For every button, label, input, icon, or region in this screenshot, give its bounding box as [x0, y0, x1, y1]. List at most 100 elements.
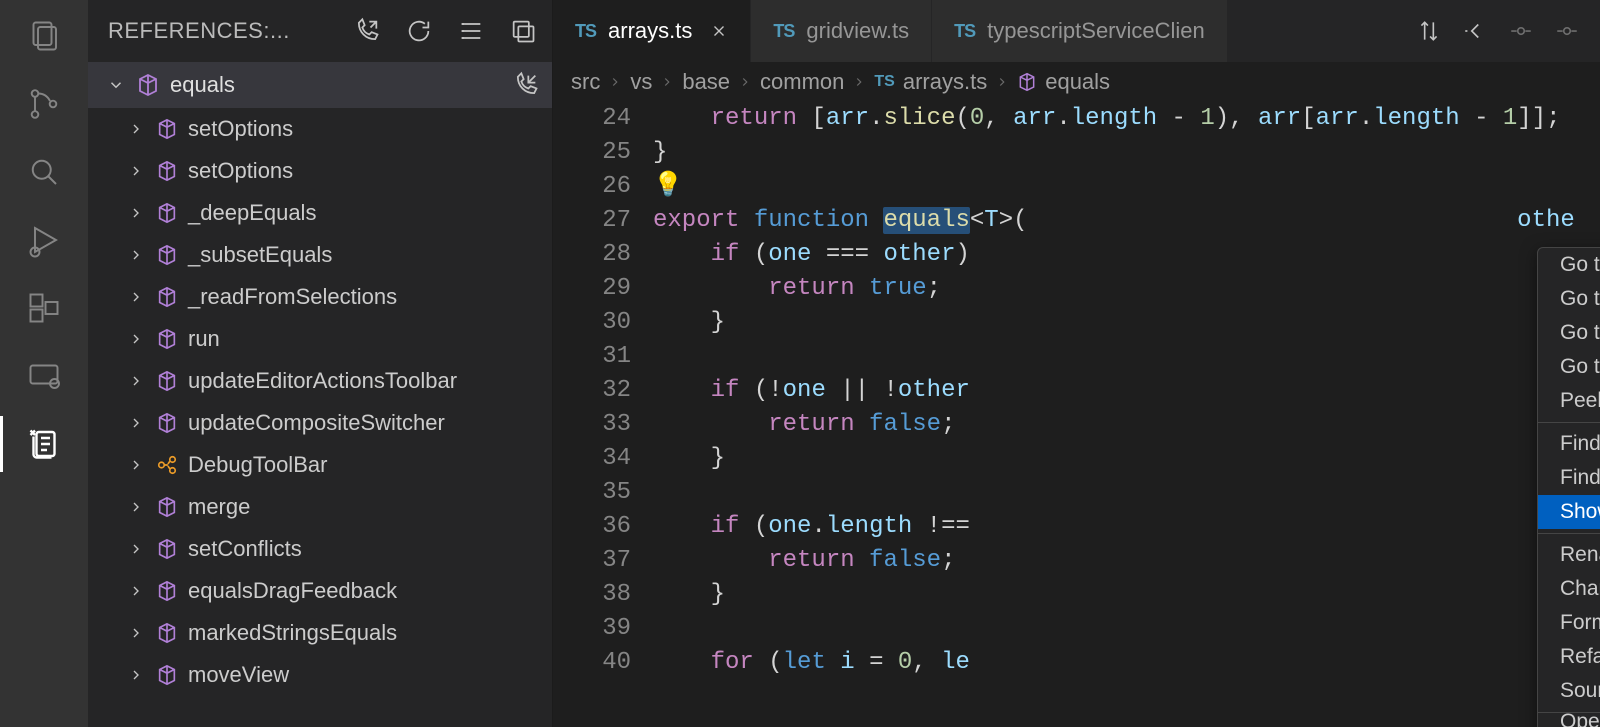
- references-current-symbol[interactable]: equals: [88, 62, 552, 108]
- code-line[interactable]: return true;: [653, 272, 1600, 306]
- menu-item[interactable]: Open Line Changes with Previous Revision…: [1538, 717, 1600, 727]
- code-line[interactable]: [653, 612, 1600, 646]
- reference-item[interactable]: DebugToolBar: [88, 444, 552, 486]
- call-outgoing-icon[interactable]: [348, 12, 386, 50]
- reference-item-label: run: [188, 326, 220, 352]
- editor-tabs: TSarrays.tsTSgridview.tsTStypescriptServ…: [553, 0, 1600, 62]
- code-line[interactable]: if (one.length !==: [653, 510, 1600, 544]
- menu-item[interactable]: Format Document⌥⇧F: [1538, 606, 1600, 640]
- menu-item[interactable]: Peek▶: [1538, 384, 1600, 418]
- reference-item-label: merge: [188, 494, 250, 520]
- breadcrumb-segment[interactable]: base: [682, 69, 730, 95]
- reference-item-label: updateCompositeSwitcher: [188, 410, 445, 436]
- compare-changes-icon[interactable]: [1410, 12, 1448, 50]
- breadcrumbs[interactable]: src vs base common TSarrays.ts equals: [553, 62, 1600, 102]
- reference-item[interactable]: setConflicts: [88, 528, 552, 570]
- code-content[interactable]: return [arr.slice(0, arr.length - 1), ar…: [653, 102, 1600, 727]
- menu-item-label: Go to References: [1560, 355, 1600, 379]
- breadcrumb-segment[interactable]: TSarrays.ts: [874, 69, 987, 95]
- source-control-icon[interactable]: [16, 76, 72, 132]
- code-line[interactable]: 💡: [653, 170, 1600, 204]
- menu-item[interactable]: Go to Implementations⌘F12: [1538, 316, 1600, 350]
- code-line[interactable]: if (one === other): [653, 238, 1600, 272]
- line-number: 38: [553, 578, 631, 612]
- menu-item[interactable]: Go to Type Definition: [1538, 282, 1600, 316]
- reference-item[interactable]: setOptions: [88, 150, 552, 192]
- menu-item[interactable]: Rename SymbolF2: [1538, 538, 1600, 572]
- explorer-icon[interactable]: [16, 8, 72, 64]
- call-incoming-icon[interactable]: [512, 71, 540, 99]
- reference-item[interactable]: setOptions: [88, 108, 552, 150]
- editor-tab[interactable]: TSgridview.ts: [751, 0, 932, 62]
- menu-item[interactable]: Go to DefinitionF12: [1538, 248, 1600, 282]
- reference-item-label: _deepEquals: [188, 200, 316, 226]
- code-line[interactable]: return false;: [653, 408, 1600, 442]
- next-change-icon[interactable]: [1502, 12, 1540, 50]
- menu-item-label: Go to Type Definition: [1560, 287, 1600, 311]
- editor-tab[interactable]: TSarrays.ts: [553, 0, 751, 62]
- code-line[interactable]: export function equals<T>( othe: [653, 204, 1600, 238]
- menu-item[interactable]: Find All References⌥⇧F12: [1538, 427, 1600, 461]
- code-line[interactable]: for (let i = 0, le: [653, 646, 1600, 680]
- menu-item[interactable]: Source Action...: [1538, 674, 1600, 708]
- code-line[interactable]: return [arr.slice(0, arr.length - 1), ar…: [653, 102, 1600, 136]
- code-line[interactable]: }: [653, 442, 1600, 476]
- code-line[interactable]: [653, 476, 1600, 510]
- reference-item[interactable]: markedStringsEquals: [88, 612, 552, 654]
- method-icon: [1017, 72, 1037, 92]
- search-icon[interactable]: [16, 144, 72, 200]
- menu-item[interactable]: Show Call Hierarchy⌥⇧H: [1538, 495, 1600, 529]
- collapse-all-icon[interactable]: [452, 12, 490, 50]
- refresh-icon[interactable]: [400, 12, 438, 50]
- menu-separator: [1538, 533, 1600, 534]
- method-icon: [156, 412, 178, 434]
- clear-icon[interactable]: [504, 12, 542, 50]
- editor-area: TSarrays.tsTSgridview.tsTStypescriptServ…: [553, 0, 1600, 727]
- reference-item[interactable]: _deepEquals: [88, 192, 552, 234]
- line-number: 34: [553, 442, 631, 476]
- run-debug-icon[interactable]: [16, 212, 72, 268]
- reference-item[interactable]: moveView: [88, 654, 552, 696]
- breadcrumb-segment[interactable]: src: [571, 69, 600, 95]
- method-icon: [156, 286, 178, 308]
- extensions-icon[interactable]: [16, 280, 72, 336]
- tab-label: typescriptServiceClien: [987, 18, 1205, 44]
- method-icon: [156, 496, 178, 518]
- code-editor[interactable]: 2425262728293031323334353637383940 retur…: [553, 102, 1600, 727]
- reference-item[interactable]: run: [88, 318, 552, 360]
- prev-change-icon[interactable]: [1456, 12, 1494, 50]
- menu-item[interactable]: Find All Implementations: [1538, 461, 1600, 495]
- code-line[interactable]: return false;: [653, 544, 1600, 578]
- remote-icon[interactable]: [16, 348, 72, 404]
- reference-item[interactable]: _subsetEquals: [88, 234, 552, 276]
- menu-item[interactable]: Change All Occurrences⌘F2: [1538, 572, 1600, 606]
- reference-item[interactable]: updateEditorActionsToolbar: [88, 360, 552, 402]
- reference-item-label: setConflicts: [188, 536, 302, 562]
- code-line[interactable]: }: [653, 136, 1600, 170]
- context-menu[interactable]: Go to DefinitionF12 Go to Type Definition…: [1537, 247, 1600, 727]
- breadcrumb-segment[interactable]: vs: [630, 69, 652, 95]
- reference-item[interactable]: updateCompositeSwitcher: [88, 402, 552, 444]
- code-line[interactable]: }: [653, 578, 1600, 612]
- menu-item-label: Refactor...: [1560, 645, 1600, 669]
- breadcrumb-segment[interactable]: equals: [1017, 69, 1110, 95]
- menu-item[interactable]: Go to References⇧F12: [1538, 350, 1600, 384]
- reference-item[interactable]: merge: [88, 486, 552, 528]
- editor-tab[interactable]: TStypescriptServiceClien: [932, 0, 1228, 62]
- references-view-icon[interactable]: [16, 416, 72, 472]
- references-list[interactable]: setOptionssetOptions _deepEquals _subsetEq…: [88, 108, 552, 727]
- code-line[interactable]: }: [653, 306, 1600, 340]
- reference-item[interactable]: _readFromSelections: [88, 276, 552, 318]
- breadcrumb-segment[interactable]: common: [760, 69, 844, 95]
- menu-item[interactable]: Refactor...^⇧E: [1538, 640, 1600, 674]
- menu-item-label: Format Document: [1560, 611, 1600, 635]
- reference-item[interactable]: equalsDragFeedback: [88, 570, 552, 612]
- code-line[interactable]: [653, 340, 1600, 374]
- chevron-right-icon: [126, 413, 146, 433]
- code-line[interactable]: if (!one || !other: [653, 374, 1600, 408]
- close-icon[interactable]: [710, 22, 728, 40]
- more-change-icon[interactable]: [1548, 12, 1586, 50]
- chevron-right-icon: [126, 455, 146, 475]
- chevron-down-icon: [106, 75, 126, 95]
- line-number: 40: [553, 646, 631, 680]
